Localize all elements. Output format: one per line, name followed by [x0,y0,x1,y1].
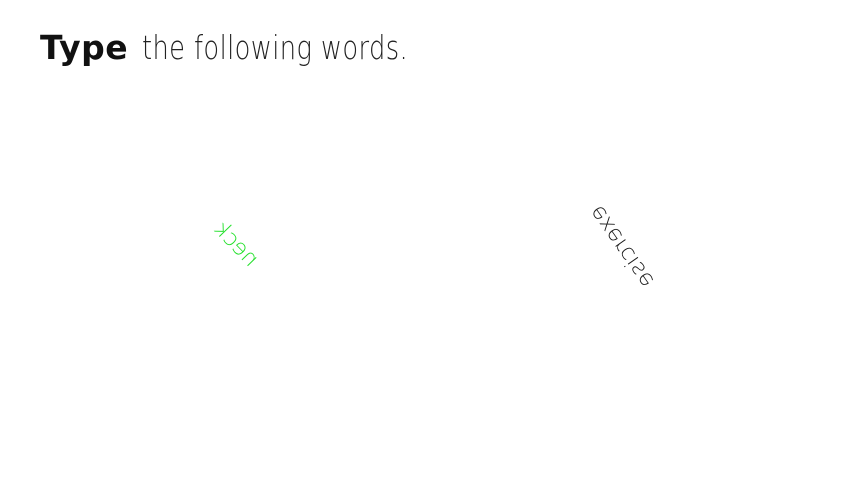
distorted-word-exercise: exercise [584,200,660,293]
instruction-text: the following words. [142,28,409,67]
distorted-word-neck: neck [208,216,264,273]
instruction-emphasis: Type [40,28,129,67]
instruction-heading: Type the following words. [40,28,483,67]
task-canvas: Type the following words. neck exercise [0,0,862,484]
